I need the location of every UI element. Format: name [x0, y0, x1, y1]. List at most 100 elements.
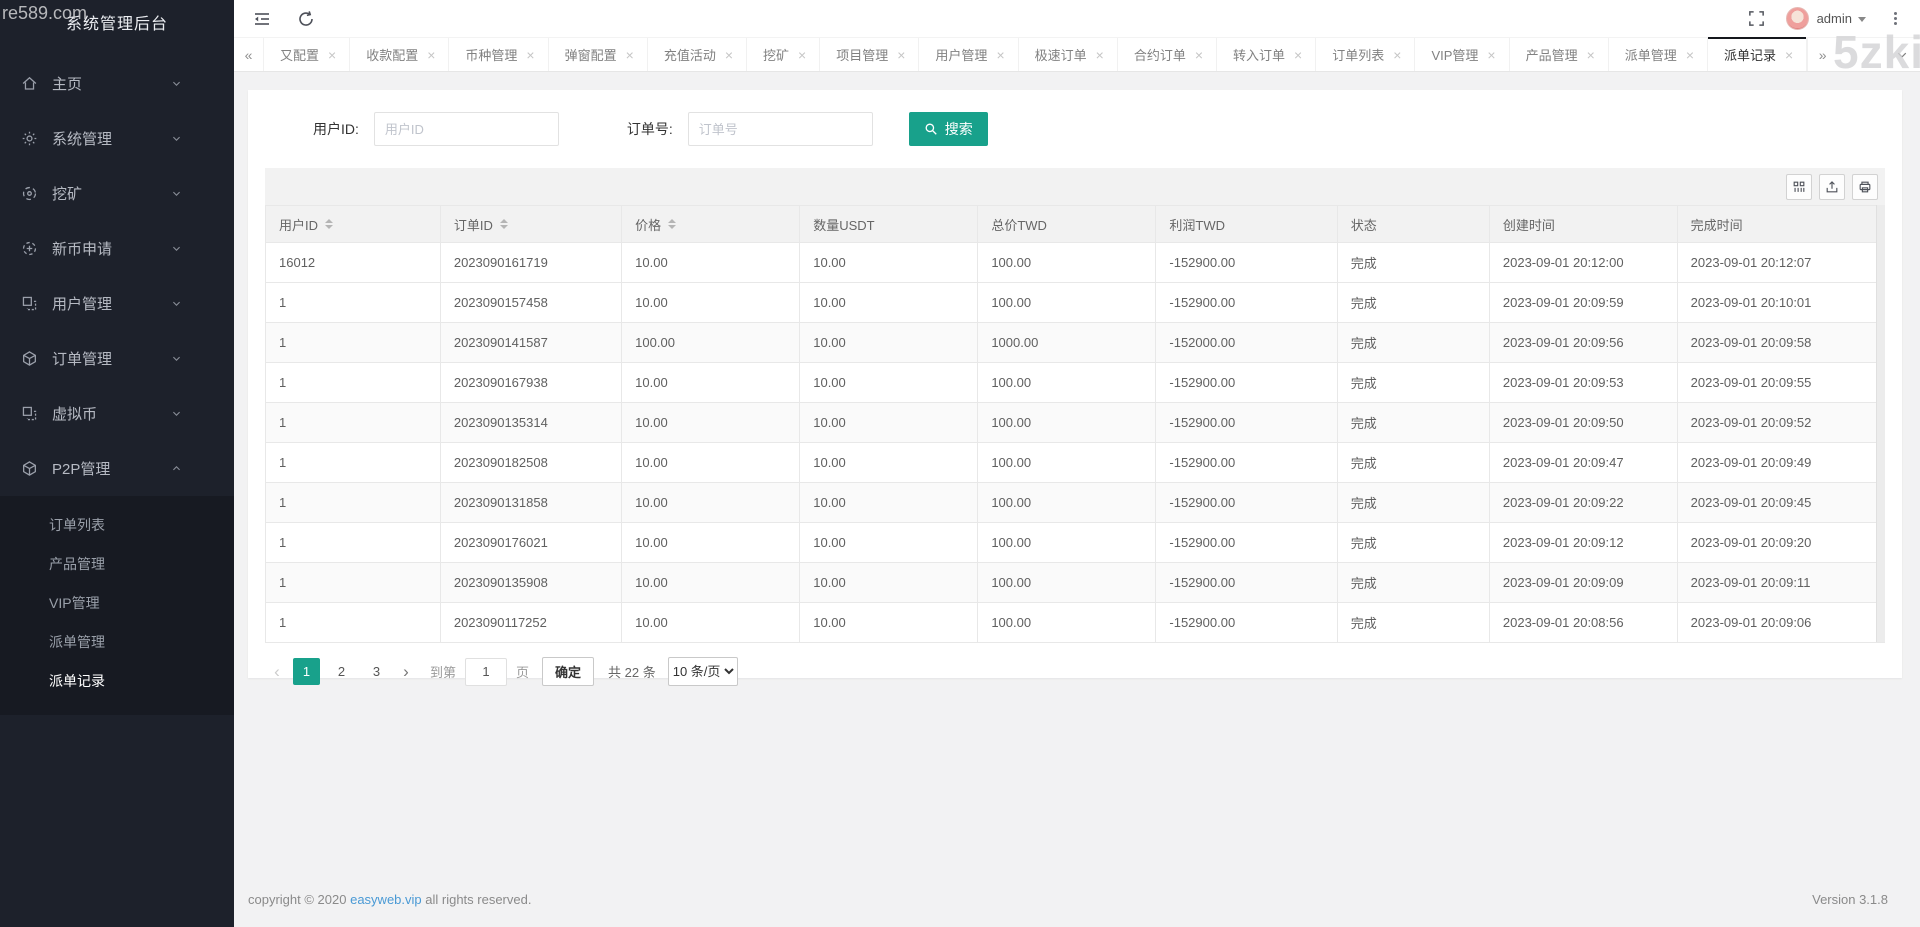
- page-number[interactable]: 1: [293, 658, 320, 685]
- tab-close-icon[interactable]: ×: [1587, 48, 1595, 62]
- page-number[interactable]: 3: [363, 658, 390, 685]
- chevron-down-icon: [171, 463, 182, 474]
- tab-close-icon[interactable]: ×: [1487, 48, 1495, 62]
- table-row[interactable]: 1202309016793810.0010.00100.00-152900.00…: [266, 363, 1885, 403]
- tab[interactable]: 订单列表 ×: [1316, 38, 1415, 71]
- tab[interactable]: 派单管理 ×: [1609, 38, 1708, 71]
- tab-label: 又配置: [280, 45, 319, 64]
- tab-close-icon[interactable]: ×: [1785, 48, 1793, 62]
- user-id-input[interactable]: [374, 112, 559, 146]
- username[interactable]: admin: [1817, 11, 1852, 26]
- order-no-input[interactable]: [688, 112, 873, 146]
- search-button[interactable]: 搜索: [909, 112, 988, 146]
- table-row[interactable]: 1202309013531410.0010.00100.00-152900.00…: [266, 403, 1885, 443]
- tab-close-icon[interactable]: ×: [1195, 48, 1203, 62]
- tab[interactable]: VIP管理 ×: [1415, 38, 1509, 71]
- tab-close-icon[interactable]: ×: [1686, 48, 1694, 62]
- goto-page-input[interactable]: [465, 658, 507, 686]
- sidebar-item[interactable]: 系统管理: [0, 111, 234, 166]
- table-cell: 2023-09-01 20:09:53: [1489, 363, 1677, 403]
- tab[interactable]: 合约订单 ×: [1118, 38, 1217, 71]
- tab-close-icon[interactable]: ×: [1294, 48, 1302, 62]
- table-cell: 10.00: [800, 243, 978, 283]
- sort-icon[interactable]: [668, 219, 676, 229]
- avatar[interactable]: [1786, 7, 1809, 30]
- table-cell: 2023090135314: [440, 403, 621, 443]
- more-menu-icon[interactable]: [1886, 10, 1904, 28]
- table-row[interactable]: 1202309015745810.0010.00100.00-152900.00…: [266, 283, 1885, 323]
- page-size-select[interactable]: 10 条/页: [668, 657, 738, 686]
- tabs-dropdown-icon[interactable]: [1884, 38, 1920, 71]
- tab-close-icon[interactable]: ×: [328, 48, 336, 62]
- tab[interactable]: 收款配置 ×: [350, 38, 449, 71]
- orders-icon: [21, 350, 38, 367]
- goto-confirm-button[interactable]: 确定: [542, 657, 594, 686]
- table-cell: 完成: [1337, 443, 1489, 483]
- page-next-icon[interactable]: ›: [394, 663, 418, 680]
- tab[interactable]: 币种管理 ×: [449, 38, 548, 71]
- tab[interactable]: 用户管理 ×: [919, 38, 1018, 71]
- table-row[interactable]: 12023090141587100.0010.001000.00-152000.…: [266, 323, 1885, 363]
- tabs-scroll-left-icon[interactable]: «: [234, 38, 264, 71]
- table-row[interactable]: 1202309018250810.0010.00100.00-152900.00…: [266, 443, 1885, 483]
- table-cell: 1: [266, 283, 441, 323]
- sidebar-subitem[interactable]: 派单记录: [0, 662, 234, 701]
- tabs-scroll-right-icon[interactable]: »: [1807, 38, 1837, 71]
- tab-close-icon[interactable]: ×: [1096, 48, 1104, 62]
- tab-close-icon[interactable]: ×: [526, 48, 534, 62]
- table-scrollbar[interactable]: [1876, 205, 1885, 642]
- sidebar-item[interactable]: 主页: [0, 56, 234, 111]
- tab-close-icon[interactable]: ×: [798, 48, 806, 62]
- tab-close-icon[interactable]: ×: [427, 48, 435, 62]
- user-menu-caret-icon[interactable]: [1858, 17, 1866, 22]
- export-icon[interactable]: [1819, 174, 1845, 200]
- tab-close-icon[interactable]: ×: [897, 48, 905, 62]
- tab-close-icon[interactable]: ×: [996, 48, 1004, 62]
- print-icon[interactable]: [1852, 174, 1878, 200]
- tab-close-icon[interactable]: ×: [626, 48, 634, 62]
- chevron-down-icon: [171, 408, 182, 419]
- table-cell: 2023-09-01 20:12:07: [1677, 243, 1884, 283]
- tab[interactable]: 极速订单 ×: [1019, 38, 1118, 71]
- chevron-down-icon: [171, 133, 182, 144]
- tab-close-icon[interactable]: ×: [1393, 48, 1401, 62]
- sort-icon[interactable]: [325, 219, 333, 229]
- tab[interactable]: 挖矿 ×: [747, 38, 820, 71]
- page-number[interactable]: 2: [328, 658, 355, 685]
- refresh-icon[interactable]: [296, 9, 316, 29]
- collapse-menu-icon[interactable]: [252, 9, 272, 29]
- sidebar-item[interactable]: 虚拟币: [0, 386, 234, 441]
- tab-label: 项目管理: [836, 45, 888, 64]
- page-prev-icon[interactable]: ‹: [265, 663, 289, 680]
- sidebar-subitem[interactable]: 派单管理: [0, 623, 234, 662]
- tab[interactable]: 充值活动 ×: [648, 38, 747, 71]
- table-cell: 10.00: [800, 323, 978, 363]
- table-row[interactable]: 1202309017602110.0010.00100.00-152900.00…: [266, 523, 1885, 563]
- users-icon: [21, 295, 38, 312]
- sidebar-item[interactable]: 挖矿: [0, 166, 234, 221]
- fullscreen-icon[interactable]: [1747, 9, 1766, 28]
- tab[interactable]: 又配置 ×: [264, 38, 350, 71]
- table-row[interactable]: 1202309013185810.0010.00100.00-152900.00…: [266, 483, 1885, 523]
- search-form: 用户ID: 订单号: 搜索: [248, 90, 1902, 168]
- sidebar-subitem[interactable]: VIP管理: [0, 584, 234, 623]
- sidebar-item[interactable]: 订单管理: [0, 331, 234, 386]
- version: Version 3.1.8: [1812, 892, 1888, 907]
- table-row[interactable]: 16012202309016171910.0010.00100.00-15290…: [266, 243, 1885, 283]
- sidebar-subitem[interactable]: 订单列表: [0, 506, 234, 545]
- tab[interactable]: 产品管理 ×: [1510, 38, 1609, 71]
- sidebar-item[interactable]: P2P管理: [0, 441, 234, 496]
- tab[interactable]: 弹窗配置 ×: [549, 38, 648, 71]
- tab[interactable]: 项目管理 ×: [820, 38, 919, 71]
- sidebar-item[interactable]: 用户管理: [0, 276, 234, 331]
- table-row[interactable]: 1202309013590810.0010.00100.00-152900.00…: [266, 563, 1885, 603]
- columns-icon[interactable]: [1786, 174, 1812, 200]
- footer-link[interactable]: easyweb.vip: [350, 892, 422, 907]
- table-row[interactable]: 1202309011725210.0010.00100.00-152900.00…: [266, 603, 1885, 643]
- tab[interactable]: 派单记录 ×: [1708, 38, 1807, 71]
- tab[interactable]: 转入订单 ×: [1217, 38, 1316, 71]
- sidebar-item[interactable]: 新币申请: [0, 221, 234, 276]
- sort-icon[interactable]: [500, 219, 508, 229]
- sidebar-subitem[interactable]: 产品管理: [0, 545, 234, 584]
- tab-close-icon[interactable]: ×: [725, 48, 733, 62]
